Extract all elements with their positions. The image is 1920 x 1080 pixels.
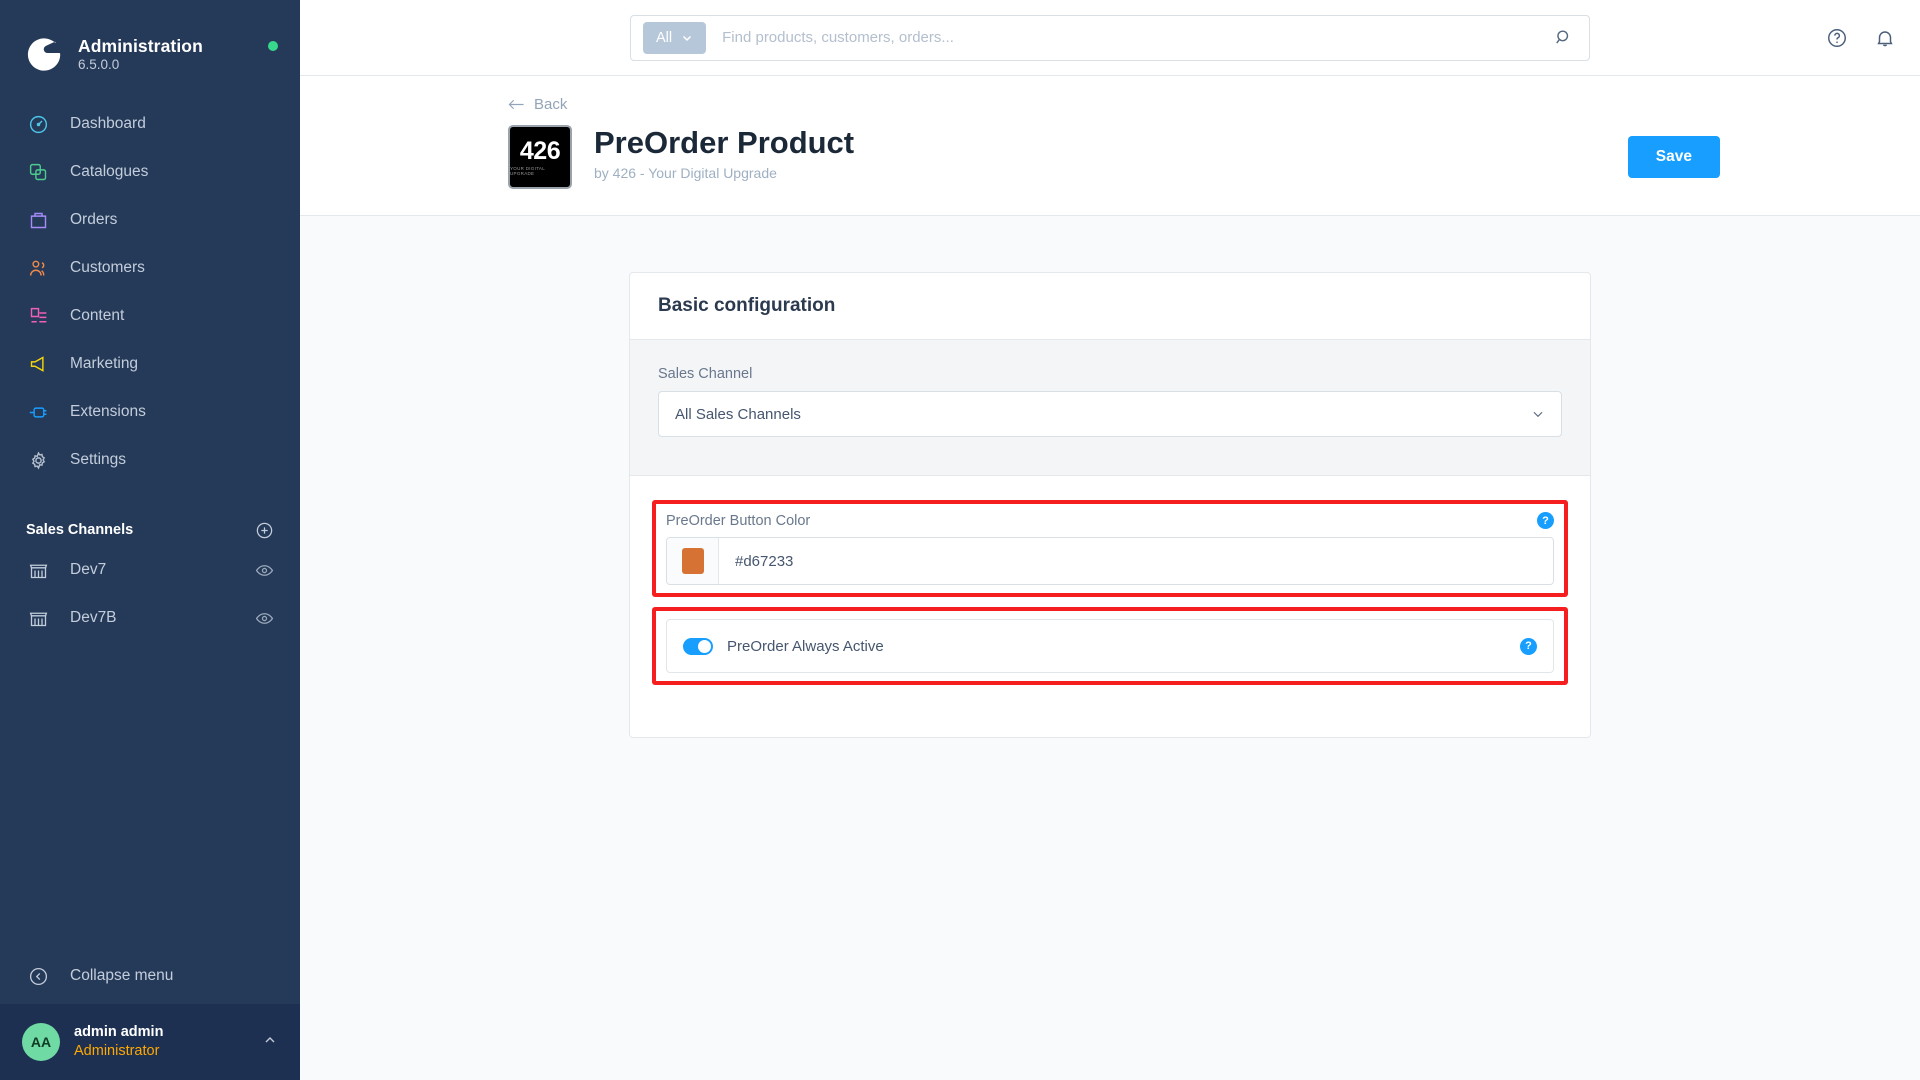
topbar: All — [300, 0, 1920, 76]
sidebar-item-orders[interactable]: Orders — [0, 196, 300, 244]
chevron-down-icon — [681, 32, 693, 44]
preorder-always-active-panel: PreOrder Always Active ? — [666, 619, 1554, 673]
sidebar-section-label: Sales Channels — [26, 522, 134, 538]
sidebar-channel-dev7[interactable]: Dev7 — [0, 546, 300, 594]
orders-icon — [26, 208, 50, 232]
card-body: PreOrder Button Color ? #d67233 PreOrder… — [630, 476, 1590, 737]
color-swatch — [681, 548, 704, 574]
content-area: Basic configuration Sales Channel All Sa… — [300, 216, 1920, 1080]
sidebar-brand-version: 6.5.0.0 — [78, 57, 120, 73]
save-button[interactable]: Save — [1627, 136, 1720, 178]
preorder-always-active-label: PreOrder Always Active — [727, 637, 884, 655]
sidebar-channel-label: Dev7 — [70, 561, 107, 578]
app-root: Administration 6.5.0.0 Dashboard Catalog… — [0, 0, 1920, 1080]
status-dot — [268, 41, 278, 51]
sidebar-channel-label: Dev7B — [70, 609, 117, 626]
topbar-actions — [1826, 27, 1896, 49]
store-icon — [26, 558, 50, 582]
sidebar-item-extensions[interactable]: Extensions — [0, 388, 300, 436]
avatar: AA — [22, 1023, 60, 1061]
sales-channel-section: Sales Channel All Sales Channels — [630, 340, 1590, 476]
sales-channel-label: Sales Channel — [658, 366, 753, 382]
sidebar-item-label: Customers — [70, 259, 145, 276]
extension-logo-subtext: YOUR DIGITAL UPGRADE — [510, 165, 545, 176]
preorder-button-color-highlight: PreOrder Button Color ? — [652, 500, 1568, 597]
sidebar-item-label: Orders — [70, 211, 118, 228]
extension-logo-number: 426 — [519, 136, 561, 165]
sidebar-brand[interactable]: Administration 6.5.0.0 — [0, 0, 300, 86]
search-scope-dropdown[interactable]: All — [643, 21, 707, 54]
arrow-left-icon — [508, 98, 525, 111]
main-area: All Find products, customers, orders... … — [300, 0, 1920, 1080]
search-icon[interactable] — [1554, 28, 1577, 47]
chevron-down-icon — [1531, 407, 1545, 421]
preorder-button-color-field — [666, 537, 1554, 585]
preorder-always-active-highlight: PreOrder Always Active ? — [652, 607, 1568, 685]
question-mark-icon[interactable]: ? — [1520, 637, 1537, 655]
sidebar-item-catalogues[interactable]: Catalogues — [0, 148, 300, 196]
sidebar-item-label: Marketing — [70, 355, 139, 372]
sidebar-brand-title: Administration — [78, 35, 203, 56]
preorder-always-active-toggle[interactable] — [683, 637, 713, 655]
back-link[interactable]: Back — [508, 96, 567, 113]
color-hex-input[interactable] — [719, 538, 1553, 584]
page-title: PreOrder Product — [594, 125, 855, 160]
store-icon — [26, 606, 50, 630]
user-name: admin admin — [74, 1024, 164, 1041]
sidebar-item-settings[interactable]: Settings — [0, 436, 300, 484]
sidebar-item-marketing[interactable]: Marketing — [0, 340, 300, 388]
shopware-logo-icon — [26, 35, 64, 73]
catalogues-icon — [26, 160, 50, 184]
search-input[interactable] — [706, 29, 1554, 46]
plus-circle-icon[interactable] — [255, 521, 274, 540]
sales-channel-select[interactable]: All Sales Channels — [658, 391, 1562, 437]
collapse-menu-label: Collapse menu — [70, 967, 174, 984]
sidebar-item-label: Catalogues — [70, 163, 149, 180]
help-icon[interactable] — [1826, 27, 1848, 49]
sidebar-item-label: Settings — [70, 451, 127, 468]
sidebar-channel-dev7b[interactable]: Dev7B — [0, 594, 300, 642]
user-role: Administrator — [74, 1043, 160, 1059]
chevron-up-icon[interactable] — [262, 1032, 278, 1053]
customers-icon — [26, 256, 50, 280]
page-subtitle: by 426 - Your Digital Upgrade — [594, 164, 777, 181]
sidebar: Administration 6.5.0.0 Dashboard Catalog… — [0, 0, 300, 1080]
eye-icon[interactable] — [255, 561, 274, 580]
bell-icon[interactable] — [1874, 27, 1896, 49]
question-mark-icon[interactable]: ? — [1537, 512, 1554, 529]
page-header: Back 426 YOUR DIGITAL UPGRADE PreOrder P… — [300, 76, 1920, 216]
extension-logo: 426 YOUR DIGITAL UPGRADE — [508, 125, 572, 189]
sidebar-section-sales-channels: Sales Channels — [0, 514, 300, 546]
sidebar-item-content[interactable]: Content — [0, 292, 300, 340]
collapse-menu-button[interactable]: Collapse menu — [0, 948, 300, 1004]
sidebar-item-customers[interactable]: Customers — [0, 244, 300, 292]
marketing-icon — [26, 352, 50, 376]
card-heading: Basic configuration — [630, 273, 1590, 340]
sidebar-item-dashboard[interactable]: Dashboard — [0, 100, 300, 148]
eye-icon[interactable] — [255, 609, 274, 628]
sidebar-nav: Dashboard Catalogues Orders Customers Co… — [0, 100, 300, 484]
chevron-left-circle-icon — [26, 964, 50, 988]
sidebar-item-label: Extensions — [70, 403, 146, 420]
global-search: All — [630, 14, 1590, 61]
preorder-button-color-label: PreOrder Button Color — [666, 512, 811, 529]
sidebar-item-label: Content — [70, 307, 125, 324]
search-scope-label: All — [656, 29, 673, 46]
back-label: Back — [534, 96, 568, 113]
dashboard-icon — [26, 112, 50, 136]
content-icon — [26, 304, 50, 328]
gear-icon — [26, 448, 50, 472]
extensions-icon — [26, 400, 50, 424]
sidebar-item-label: Dashboard — [70, 115, 146, 132]
sales-channel-value: All Sales Channels — [675, 405, 801, 423]
user-menu[interactable]: AA admin admin Administrator — [0, 1004, 300, 1080]
color-picker-button[interactable] — [667, 538, 719, 584]
basic-configuration-card: Basic configuration Sales Channel All Sa… — [629, 272, 1591, 738]
